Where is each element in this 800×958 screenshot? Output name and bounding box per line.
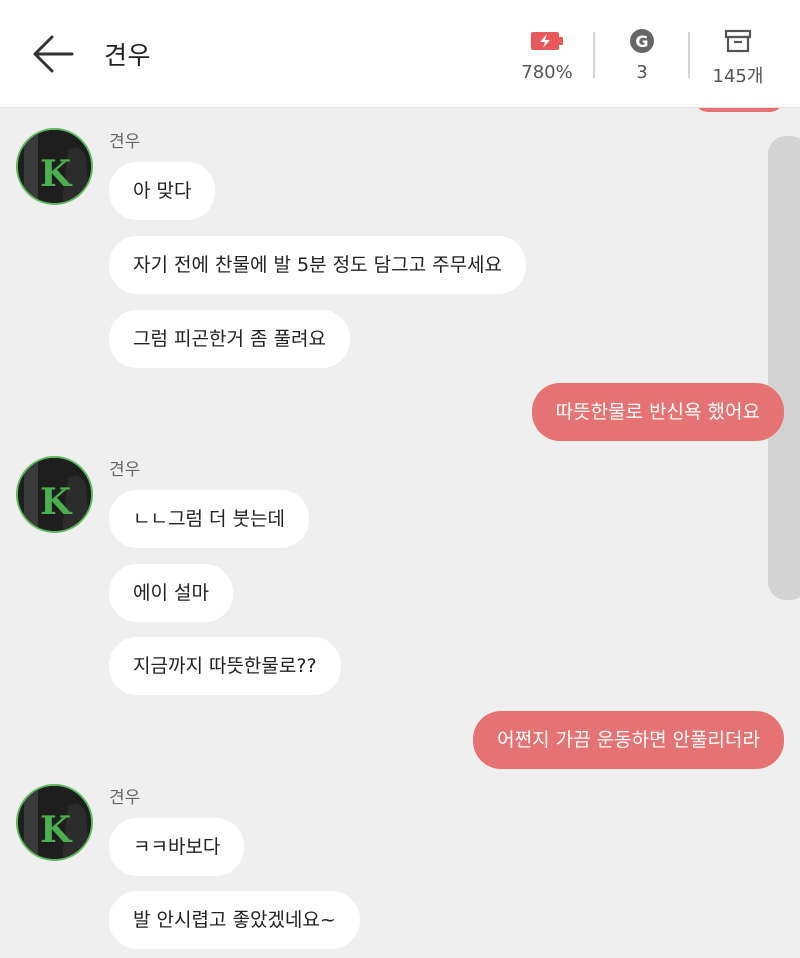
incoming-message[interactable]: 지금까지 따뜻한물로?? (109, 637, 341, 695)
g-coin-value: 3 (636, 62, 648, 83)
svg-text:K: K (40, 153, 73, 195)
outgoing-message[interactable]: 어쩐지 가끔 운동하면 안풀리더라 (473, 711, 784, 769)
avatar[interactable]: K (16, 456, 93, 533)
incoming-message[interactable]: 아 맞다 (109, 162, 216, 220)
battery-stat[interactable]: 780% (502, 28, 592, 83)
incoming-message[interactable]: 그럼 피곤한거 좀 풀려요 (109, 310, 350, 368)
arrow-left-icon[interactable] (30, 32, 76, 76)
incoming-message[interactable]: 발 안시렵고 좋았겠네요~ (109, 891, 360, 949)
svg-text:K: K (40, 809, 73, 851)
incoming-message[interactable]: ㅋㅋ바보다 (109, 818, 245, 876)
archive-box-icon (724, 29, 752, 53)
g-coin-icon: G (630, 29, 654, 53)
header-divider (688, 32, 690, 78)
avatar-image: K (18, 786, 91, 859)
outgoing-message[interactable]: 따뜻한물로 반신욕 했어요 (531, 383, 784, 441)
battery-bolt-icon (531, 32, 563, 50)
avatar[interactable]: K (16, 128, 93, 205)
sender-name: 견우 (109, 460, 141, 480)
archive-value: 145개 (712, 66, 764, 87)
incoming-message[interactable]: 에이 설마 (109, 564, 233, 622)
avatar[interactable]: K (16, 784, 93, 861)
chat-header: 견우 780% G 3 145개 (0, 0, 800, 108)
chat-title: 견우 (104, 41, 152, 70)
archive-stat[interactable]: 145개 (693, 28, 783, 88)
battery-value: 780% (521, 62, 573, 83)
g-coin-stat[interactable]: G 3 (597, 28, 687, 83)
scrollbar[interactable] (768, 136, 800, 600)
sender-name: 견우 (109, 132, 141, 152)
header-divider (593, 32, 595, 78)
svg-text:K: K (40, 481, 73, 523)
incoming-message[interactable]: 자기 전에 찬물에 발 5분 정도 담그고 주무세요 (109, 236, 527, 294)
avatar-image: K (18, 458, 91, 531)
sender-name: 견우 (109, 788, 141, 808)
incoming-message[interactable]: ㄴㄴ그럼 더 붓는데 (109, 490, 309, 548)
svg-text:G: G (635, 32, 648, 51)
avatar-image: K (18, 130, 91, 203)
chat-screen: 견우 780% G 3 145개 K 견우 아 맞다 자기 전에 찬물에 발 5… (0, 0, 800, 958)
